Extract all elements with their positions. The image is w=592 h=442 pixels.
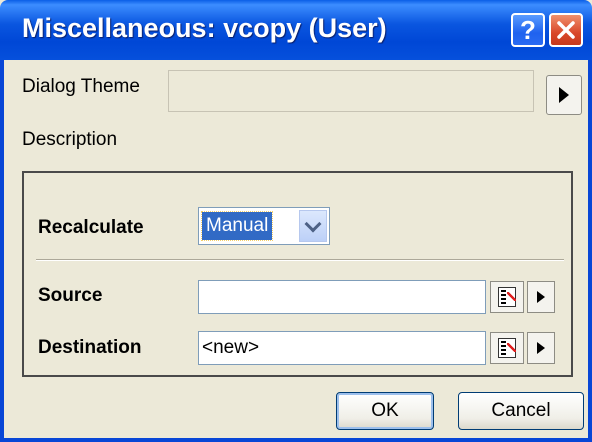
window-border-left	[0, 60, 4, 442]
close-button[interactable]	[549, 13, 583, 47]
source-select-range-button[interactable]	[490, 281, 524, 313]
worksheet-select-icon	[498, 287, 516, 307]
cancel-button[interactable]: Cancel	[458, 392, 584, 430]
destination-input[interactable]: <new>	[198, 331, 486, 365]
window-title: Miscellaneous: vcopy (User)	[22, 13, 387, 43]
title-bar[interactable]: Miscellaneous: vcopy (User) ?	[0, 0, 592, 60]
help-icon: ?	[520, 15, 536, 45]
divider	[36, 259, 564, 261]
dropdown-button[interactable]	[299, 210, 327, 242]
window-border-right	[588, 60, 592, 442]
description-label: Description	[22, 129, 118, 150]
close-icon	[557, 21, 575, 39]
source-label: Source	[38, 285, 103, 306]
help-button[interactable]: ?	[511, 13, 545, 47]
dialog-window: Miscellaneous: vcopy (User) ? Dialog The…	[0, 0, 592, 442]
destination-label: Destination	[38, 337, 142, 358]
arrow-right-icon	[559, 87, 569, 103]
source-menu-button[interactable]	[527, 281, 555, 313]
recalculate-label: Recalculate	[38, 217, 144, 238]
destination-menu-button[interactable]	[527, 332, 555, 364]
worksheet-select-icon	[498, 338, 516, 358]
dialog-theme-label: Dialog Theme	[22, 76, 140, 97]
ok-button[interactable]: OK	[336, 392, 434, 430]
recalculate-select[interactable]: Manual	[198, 207, 330, 245]
recalculate-value: Manual	[200, 211, 274, 241]
arrow-right-icon	[537, 342, 545, 354]
destination-select-range-button[interactable]	[490, 332, 524, 364]
source-input[interactable]	[198, 280, 486, 314]
chevron-down-icon	[304, 215, 322, 232]
theme-menu-button[interactable]	[546, 75, 582, 115]
arrow-right-icon	[537, 291, 545, 303]
dialog-theme-field[interactable]	[168, 70, 534, 112]
window-border-bottom	[0, 438, 592, 442]
